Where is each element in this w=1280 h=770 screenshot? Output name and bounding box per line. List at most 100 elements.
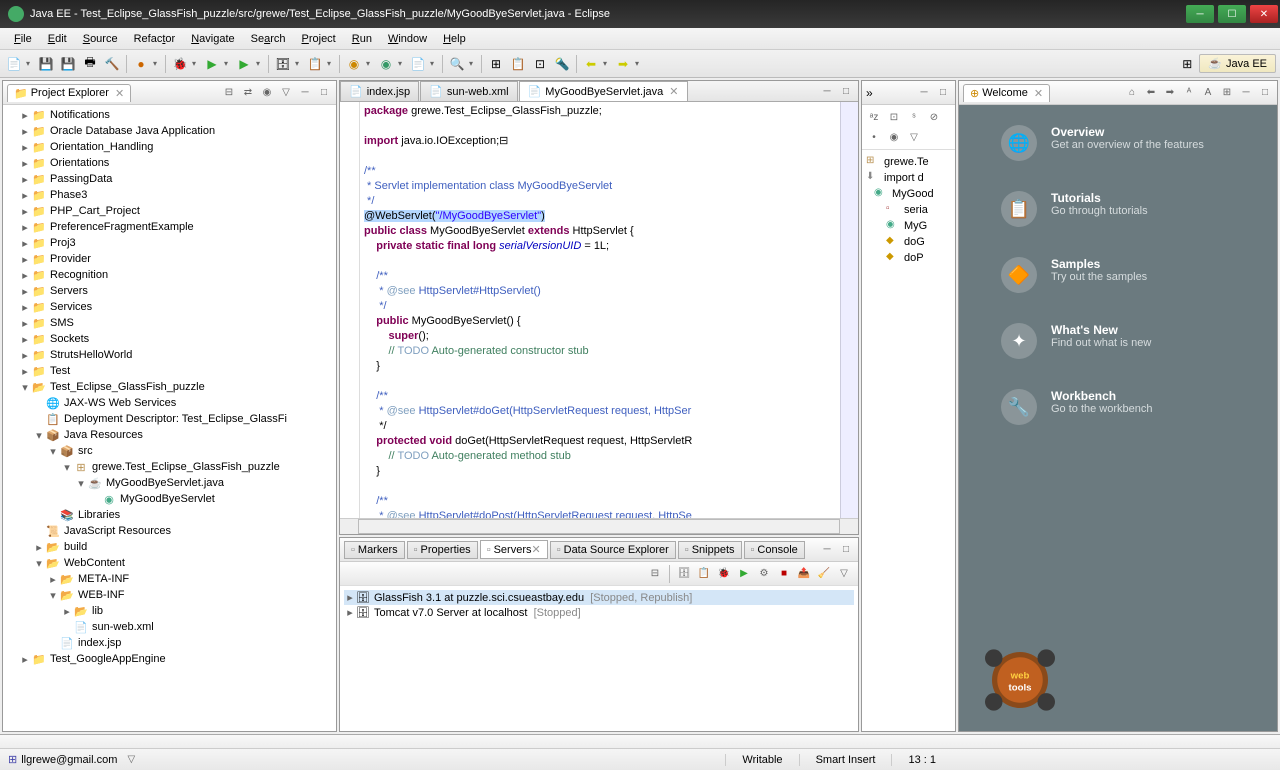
- tree-item[interactable]: 📄sun-web.xml: [5, 619, 334, 635]
- tree-item[interactable]: ▸📁SMS: [5, 315, 334, 331]
- welcome-item-workbench[interactable]: 🔧WorkbenchGo to the workbench: [971, 389, 1265, 425]
- server-item[interactable]: ▸🗄GlassFish 3.1 at puzzle.sci.csueastbay…: [344, 590, 854, 605]
- sort-icon[interactable]: ᵃz: [866, 109, 882, 125]
- outline-item[interactable]: ◆doG: [866, 234, 951, 250]
- tree-item[interactable]: ▾📦src: [5, 443, 334, 459]
- outline-chevron[interactable]: »: [866, 86, 873, 100]
- collapse-all-icon[interactable]: ⊟: [221, 85, 237, 101]
- close-button[interactable]: ✕: [1250, 5, 1278, 23]
- outline-item[interactable]: ⬇import d: [866, 170, 951, 186]
- tree-item[interactable]: ▸📁Recognition: [5, 267, 334, 283]
- server-publish-icon[interactable]: 📤: [796, 566, 812, 582]
- scope-icon[interactable]: ⊡: [530, 54, 550, 74]
- hide-fields-icon[interactable]: ⊡: [886, 109, 902, 125]
- tree-item[interactable]: ▸📁Servers: [5, 283, 334, 299]
- annotation-icon[interactable]: ⊞: [486, 54, 506, 74]
- new-package-icon[interactable]: ◉: [376, 54, 396, 74]
- menu-window[interactable]: Window: [380, 31, 435, 47]
- focus-icon[interactable]: ◉: [886, 129, 902, 145]
- outline-item[interactable]: ▫seria: [866, 202, 951, 218]
- bottom-tab-servers[interactable]: ▫Servers ✕: [480, 540, 548, 559]
- menu-run[interactable]: Run: [344, 31, 380, 47]
- server-new-icon[interactable]: 🗄: [676, 566, 692, 582]
- focus-task-icon[interactable]: ◉: [259, 85, 275, 101]
- menu-refactor[interactable]: Refactor: [126, 31, 184, 47]
- tree-item[interactable]: ▸📁Notifications: [5, 107, 334, 123]
- editor-tab[interactable]: 📄sun-web.xml: [420, 81, 517, 101]
- tree-item[interactable]: ▸📁Orientation_Handling: [5, 139, 334, 155]
- bottom-tab-markers[interactable]: ▫Markers: [344, 541, 405, 559]
- bottom-tab-properties[interactable]: ▫Properties: [407, 541, 478, 559]
- outline-menu-icon[interactable]: ▽: [906, 129, 922, 145]
- tree-item[interactable]: ▸📁Test: [5, 363, 334, 379]
- editor-gutter[interactable]: [340, 102, 360, 518]
- tree-item[interactable]: ▸📁Sockets: [5, 331, 334, 347]
- outline-maximize-icon[interactable]: □: [935, 85, 951, 101]
- server-debug-icon[interactable]: 🐞: [716, 566, 732, 582]
- server-stop-icon[interactable]: ■: [776, 566, 792, 582]
- tree-item[interactable]: ▸📁Proj3: [5, 235, 334, 251]
- tree-item[interactable]: ▾📂WebContent: [5, 555, 334, 571]
- welcome-tab[interactable]: ⊕ Welcome ✕: [963, 84, 1050, 102]
- editor-maximize-icon[interactable]: □: [838, 83, 854, 99]
- server-start-icon[interactable]: ▶: [736, 566, 752, 582]
- welcome-item-whatsnew[interactable]: ✦What's NewFind out what is new: [971, 323, 1265, 359]
- tree-item[interactable]: ▸📁Test_GoogleAppEngine: [5, 651, 334, 667]
- menu-help[interactable]: Help: [435, 31, 474, 47]
- bottom-minimize-icon[interactable]: ─: [819, 542, 835, 558]
- link-editor-icon[interactable]: ⇄: [240, 85, 256, 101]
- tree-item[interactable]: ▾📂WEB-INF: [5, 587, 334, 603]
- project-explorer-tab[interactable]: 📁 Project Explorer ✕: [7, 84, 131, 102]
- welcome-maximize-icon[interactable]: □: [1257, 85, 1273, 101]
- bottom-tab-snippets[interactable]: ▫Snippets: [678, 541, 742, 559]
- menu-search[interactable]: Search: [243, 31, 294, 47]
- bp-icon[interactable]: ●: [131, 54, 151, 74]
- run-last-icon[interactable]: ▶: [234, 54, 254, 74]
- tree-item[interactable]: ▸📁Provider: [5, 251, 334, 267]
- welcome-item-overview[interactable]: 🌐OverviewGet an overview of the features: [971, 125, 1265, 161]
- tree-item[interactable]: ▾⊞grewe.Test_Eclipse_GlassFish_puzzle: [5, 459, 334, 475]
- save-icon[interactable]: 💾: [36, 54, 56, 74]
- new-class-icon[interactable]: ◉: [344, 54, 364, 74]
- build-icon[interactable]: 🔨: [102, 54, 122, 74]
- run-icon[interactable]: ▶: [202, 54, 222, 74]
- tree-item[interactable]: 📜JavaScript Resources: [5, 523, 334, 539]
- tree-item[interactable]: ▸📁Oracle Database Java Application: [5, 123, 334, 139]
- welcome-item-tutorials[interactable]: 📋TutorialsGo through tutorials: [971, 191, 1265, 227]
- server-item[interactable]: ▸🗄Tomcat v7.0 Server at localhost [Stopp…: [344, 605, 854, 620]
- server-list[interactable]: ▸🗄GlassFish 3.1 at puzzle.sci.csueastbay…: [340, 586, 858, 624]
- back-icon[interactable]: ⬅: [581, 54, 601, 74]
- task-icon[interactable]: 📋: [508, 54, 528, 74]
- outline-item[interactable]: ◉MyG: [866, 218, 951, 234]
- link-icon[interactable]: 🔦: [552, 54, 572, 74]
- tree-item[interactable]: ▸📂META-INF: [5, 571, 334, 587]
- view-menu-icon[interactable]: ▽: [278, 85, 294, 101]
- hide-static-icon[interactable]: ˢ: [906, 109, 922, 125]
- maximize-button[interactable]: ☐: [1218, 5, 1246, 23]
- tree-item[interactable]: 📄index.jsp: [5, 635, 334, 651]
- editor-tab[interactable]: 📄MyGoodByeServlet.java✕: [519, 81, 688, 101]
- outline-item[interactable]: ◆doP: [866, 250, 951, 266]
- debug-icon[interactable]: 🐞: [170, 54, 190, 74]
- server-menu-icon[interactable]: ▽: [836, 566, 852, 582]
- tree-item[interactable]: ▸📁PreferenceFragmentExample: [5, 219, 334, 235]
- tree-item[interactable]: ▾📦Java Resources: [5, 427, 334, 443]
- menu-file[interactable]: File: [6, 31, 40, 47]
- bottom-tab-data-source-explorer[interactable]: ▫Data Source Explorer: [550, 541, 676, 559]
- minimize-panel-icon[interactable]: ─: [297, 85, 313, 101]
- new-icon[interactable]: 📄: [4, 54, 24, 74]
- hide-local-icon[interactable]: •: [866, 129, 882, 145]
- code-area[interactable]: package grewe.Test_Eclipse_GlassFish_puz…: [360, 102, 840, 518]
- maximize-panel-icon[interactable]: □: [316, 85, 332, 101]
- welcome-home-icon[interactable]: ⌂: [1124, 85, 1140, 101]
- new-server-icon[interactable]: 🗄: [273, 54, 293, 74]
- welcome-fwd-icon[interactable]: ➡: [1162, 85, 1178, 101]
- tree-item[interactable]: ▸📁Orientations: [5, 155, 334, 171]
- tree-item[interactable]: ▸📁Phase3: [5, 187, 334, 203]
- tree-item[interactable]: ▸📁Services: [5, 299, 334, 315]
- project-tree[interactable]: ▸📁Notifications▸📁Oracle Database Java Ap…: [3, 105, 336, 731]
- horizontal-scrollbar[interactable]: [358, 519, 840, 534]
- user-email[interactable]: llgrewe@gmail.com: [21, 754, 117, 766]
- editor-minimize-icon[interactable]: ─: [819, 83, 835, 99]
- outline-item[interactable]: ⊞grewe.Te: [866, 154, 951, 170]
